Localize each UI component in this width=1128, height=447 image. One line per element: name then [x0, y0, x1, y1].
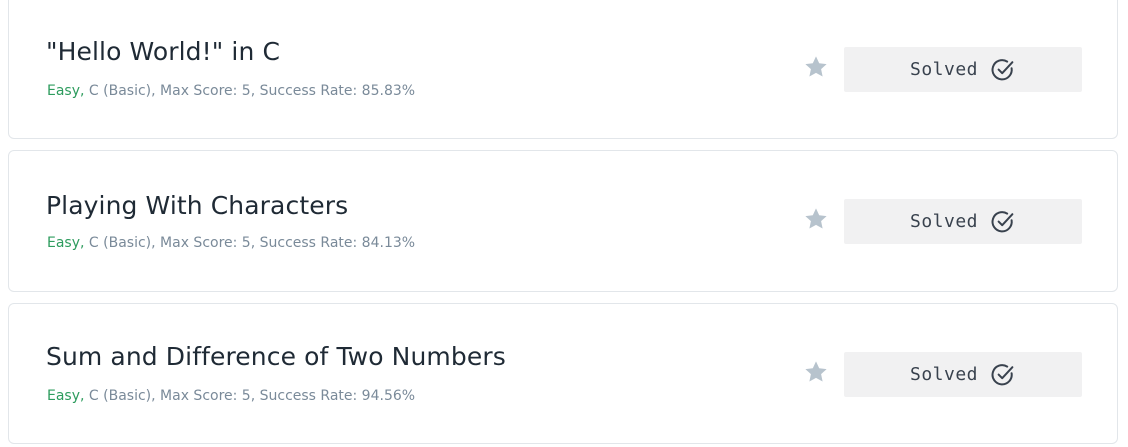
star-icon[interactable]: [803, 206, 829, 232]
check-circle-icon: [991, 363, 1014, 385]
solved-label: Solved: [909, 59, 979, 80]
star-icon[interactable]: [803, 54, 829, 80]
star-icon[interactable]: [803, 359, 829, 385]
check-circle-icon: [991, 210, 1014, 232]
solved-button[interactable]: Solved: [844, 352, 1082, 397]
solved-label: Solved: [909, 364, 979, 385]
challenge-meta: Easy, C (Basic), Max Score: 5, Success R…: [47, 83, 415, 99]
challenge-meta: Easy, C (Basic), Max Score: 5, Success R…: [47, 388, 415, 404]
challenge-card[interactable]: Sum and Difference of Two Numbers Easy, …: [8, 303, 1118, 444]
solved-button[interactable]: Solved: [844, 47, 1082, 92]
solved-label: Solved: [909, 211, 979, 232]
challenge-details: C (Basic), Max Score: 5, Success Rate: 8…: [84, 235, 416, 251]
difficulty-label: Easy,: [47, 83, 85, 99]
challenge-list: "Hello World!" in C Easy, C (Basic), Max…: [0, 0, 1128, 447]
difficulty-label: Easy,: [47, 235, 85, 251]
challenge-title[interactable]: "Hello World!" in C: [46, 37, 280, 66]
challenge-meta: Easy, C (Basic), Max Score: 5, Success R…: [47, 235, 415, 251]
challenge-details: C (Basic), Max Score: 5, Success Rate: 8…: [84, 83, 416, 99]
challenge-card[interactable]: Playing With Characters Easy, C (Basic),…: [8, 150, 1118, 292]
challenge-title[interactable]: Sum and Difference of Two Numbers: [46, 342, 506, 371]
check-circle-icon: [991, 58, 1014, 80]
challenge-details: C (Basic), Max Score: 5, Success Rate: 9…: [84, 388, 416, 404]
difficulty-label: Easy,: [47, 388, 85, 404]
challenge-title[interactable]: Playing With Characters: [46, 191, 348, 220]
challenge-card[interactable]: "Hello World!" in C Easy, C (Basic), Max…: [8, 0, 1118, 139]
solved-button[interactable]: Solved: [844, 199, 1082, 244]
